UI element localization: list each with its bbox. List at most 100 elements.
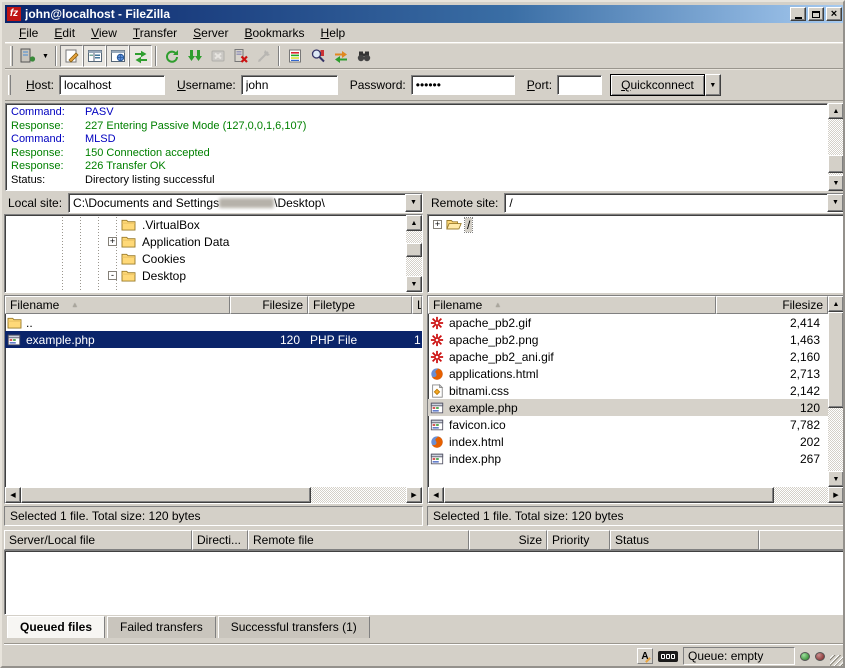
- tab-queued-files[interactable]: Queued files: [7, 616, 105, 638]
- queue-column-directi[interactable]: Directi...: [192, 530, 248, 550]
- tab-successful-transfers-[interactable]: Successful transfers (1): [218, 616, 370, 638]
- column-header-filetype[interactable]: Filetype: [308, 296, 412, 314]
- local-hscrollbar[interactable]: ◀ ▶: [5, 487, 422, 503]
- file-row[interactable]: example.php120: [428, 399, 828, 416]
- hscroll-track[interactable]: [21, 487, 406, 503]
- quickbar-grip[interactable]: [8, 75, 11, 95]
- column-header-l[interactable]: L: [412, 296, 422, 314]
- remote-list-scrollbar[interactable]: ▲ ▼: [828, 296, 844, 487]
- tab-failed-transfers[interactable]: Failed transfers: [107, 616, 216, 638]
- process-queue-button[interactable]: [183, 45, 206, 67]
- quickconnect-dropdown[interactable]: ▼: [705, 74, 721, 96]
- site-manager-dropdown[interactable]: ▼: [39, 45, 52, 67]
- file-row[interactable]: apache_pb2.gif2,414: [428, 314, 828, 331]
- toggle-message-log-button[interactable]: [60, 45, 83, 67]
- column-header-filename[interactable]: Filename▲: [5, 296, 230, 314]
- file-row[interactable]: index.html202: [428, 433, 828, 450]
- scroll-up-icon[interactable]: ▲: [828, 103, 844, 119]
- menu-item-server[interactable]: Server: [185, 24, 236, 42]
- file-row[interactable]: apache_pb2_ani.gif2,160: [428, 348, 828, 365]
- scroll-up-icon[interactable]: ▲: [828, 296, 844, 312]
- tree-expander-icon[interactable]: -: [108, 271, 117, 280]
- log-scroll-track[interactable]: [828, 119, 844, 175]
- queue-body[interactable]: [4, 550, 845, 615]
- tree-scroll-thumb[interactable]: [406, 243, 422, 257]
- toolbar-grip[interactable]: [10, 46, 13, 66]
- filter-icon: [287, 48, 303, 64]
- menu-item-transfer[interactable]: Transfer: [125, 24, 185, 42]
- remote-hscrollbar[interactable]: ◀ ▶: [428, 487, 844, 503]
- file-row[interactable]: index.php267: [428, 450, 828, 467]
- compare-directories-button[interactable]: [306, 45, 329, 67]
- menu-item-file[interactable]: File: [11, 24, 46, 42]
- username-input[interactable]: [241, 75, 338, 95]
- hscroll-track[interactable]: [444, 487, 828, 503]
- log-scroll-thumb[interactable]: [828, 155, 844, 173]
- remote-site-dropdown-icon[interactable]: ▼: [827, 194, 844, 212]
- tree-item[interactable]: +Application Data: [5, 233, 406, 250]
- scroll-right-icon[interactable]: ▶: [828, 487, 844, 503]
- reconnect-button[interactable]: [252, 45, 275, 67]
- synchronized-browsing-button[interactable]: [329, 45, 352, 67]
- tree-item[interactable]: .VirtualBox: [5, 216, 406, 233]
- directory-listing-filters-button[interactable]: [283, 45, 306, 67]
- local-tree-scrollbar[interactable]: ▲ ▼: [406, 215, 422, 292]
- local-site-combo[interactable]: C:\Documents and Settings\Desktop\ ▼: [68, 193, 423, 213]
- scroll-right-icon[interactable]: ▶: [406, 487, 422, 503]
- scroll-down-icon[interactable]: ▼: [406, 276, 422, 292]
- menu-item-bookmarks[interactable]: Bookmarks: [236, 24, 312, 42]
- scroll-up-icon[interactable]: ▲: [406, 215, 422, 231]
- cancel-operation-button[interactable]: [206, 45, 229, 67]
- file-row[interactable]: favicon.ico7,782: [428, 416, 828, 433]
- tree-expander-icon[interactable]: +: [108, 237, 117, 246]
- cell-name: favicon.ico: [428, 418, 716, 432]
- list-scroll-thumb[interactable]: [828, 312, 844, 408]
- find-files-button[interactable]: [352, 45, 375, 67]
- menu-item-edit[interactable]: Edit: [46, 24, 83, 42]
- toggle-transfer-queue-button[interactable]: [129, 45, 152, 67]
- queue-column-remotefile[interactable]: Remote file: [248, 530, 469, 550]
- local-site-dropdown-icon[interactable]: ▼: [405, 194, 422, 212]
- toggle-remote-tree-button[interactable]: [106, 45, 129, 67]
- scroll-down-icon[interactable]: ▼: [828, 175, 844, 191]
- scroll-down-icon[interactable]: ▼: [828, 471, 844, 487]
- disconnect-button[interactable]: [229, 45, 252, 67]
- tree-expander-icon[interactable]: +: [433, 220, 442, 229]
- column-header-filesize[interactable]: Filesize: [716, 296, 828, 314]
- queue-column-status[interactable]: Status: [610, 530, 759, 550]
- maximize-button[interactable]: [808, 7, 824, 21]
- close-button[interactable]: ×: [826, 7, 842, 21]
- tree-scroll-track[interactable]: [406, 231, 422, 276]
- password-input[interactable]: [411, 75, 515, 95]
- menu-item-view[interactable]: View: [83, 24, 125, 42]
- port-input[interactable]: [557, 75, 602, 95]
- queue-column-serverlocalfile[interactable]: Server/Local file: [4, 530, 192, 550]
- column-header-filename[interactable]: Filename▲: [428, 296, 716, 314]
- menu-item-help[interactable]: Help: [313, 24, 354, 42]
- tree-item[interactable]: Cookies: [5, 250, 406, 267]
- scroll-left-icon[interactable]: ◀: [428, 487, 444, 503]
- tree-item[interactable]: +/: [428, 216, 844, 233]
- file-row[interactable]: bitnami.css2,142: [428, 382, 828, 399]
- file-row[interactable]: apache_pb2.png1,463: [428, 331, 828, 348]
- file-row[interactable]: applications.html2,713: [428, 365, 828, 382]
- column-header-filesize[interactable]: Filesize: [230, 296, 308, 314]
- quickconnect-button[interactable]: Quickconnect: [610, 74, 705, 96]
- log-scrollbar[interactable]: ▲ ▼: [828, 103, 844, 191]
- refresh-button[interactable]: [160, 45, 183, 67]
- list-scroll-track[interactable]: [828, 312, 844, 471]
- resize-grip[interactable]: [830, 655, 843, 668]
- host-input[interactable]: [59, 75, 165, 95]
- file-row[interactable]: example.php120PHP File1: [5, 331, 422, 348]
- queue-column-priority[interactable]: Priority: [547, 530, 610, 550]
- minimize-button[interactable]: [790, 7, 806, 21]
- file-row[interactable]: ..: [5, 314, 422, 331]
- scroll-left-icon[interactable]: ◀: [5, 487, 21, 503]
- hscroll-thumb[interactable]: [444, 487, 774, 503]
- toggle-local-tree-button[interactable]: [83, 45, 106, 67]
- hscroll-thumb[interactable]: [21, 487, 311, 503]
- site-manager-button[interactable]: [16, 45, 39, 67]
- queue-column-size[interactable]: Size: [469, 530, 547, 550]
- tree-item[interactable]: -Desktop: [5, 267, 406, 284]
- remote-site-combo[interactable]: / ▼: [504, 193, 845, 213]
